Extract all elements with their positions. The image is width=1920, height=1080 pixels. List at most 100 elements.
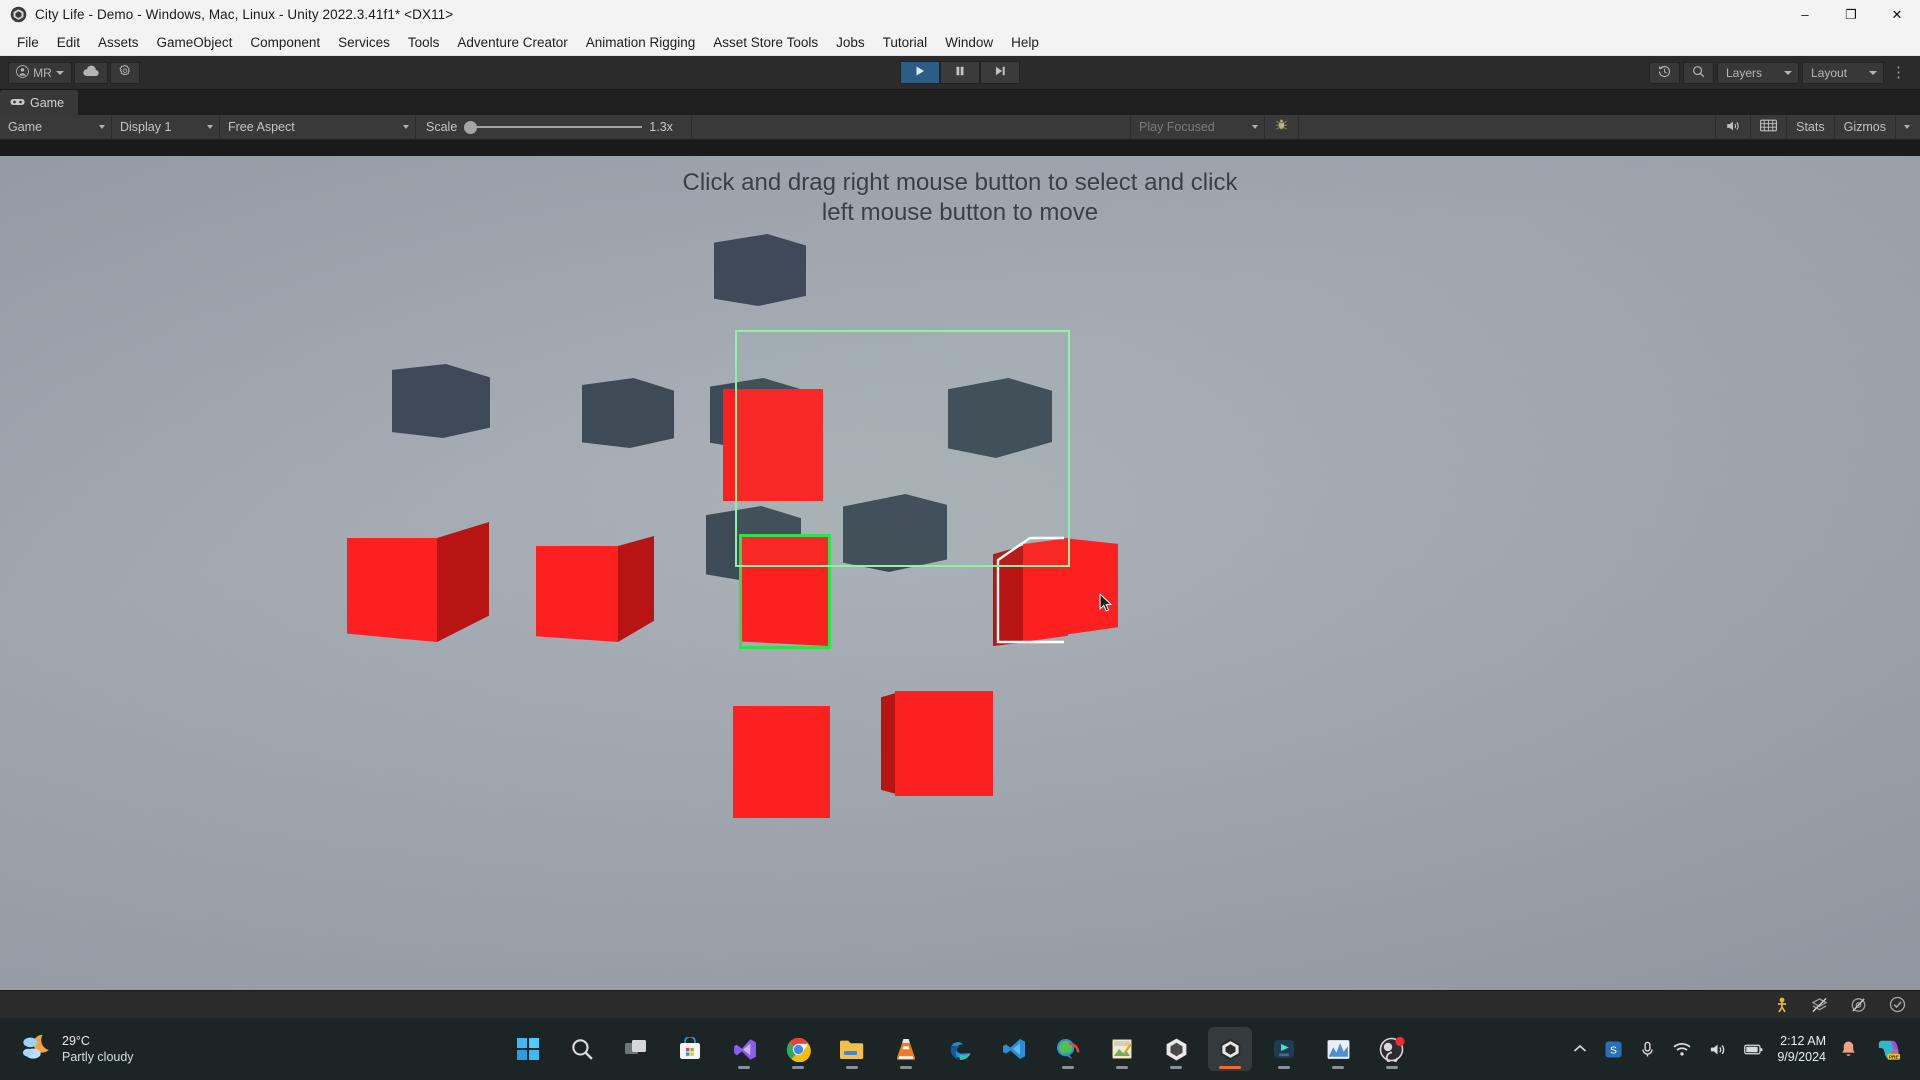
check-circle-icon[interactable] <box>1885 992 1910 1017</box>
step-button[interactable] <box>980 61 1020 84</box>
file-explorer[interactable] <box>830 1027 874 1071</box>
vs-code[interactable] <box>992 1027 1036 1071</box>
tab-game[interactable]: Game <box>0 90 79 115</box>
menu-item-edit[interactable]: Edit <box>48 32 89 53</box>
maximize-button[interactable]: ❐ <box>1828 0 1874 29</box>
microphone-icon[interactable] <box>1636 1037 1659 1062</box>
undo-history-button[interactable] <box>1649 61 1680 84</box>
title-bar: City Life - Demo - Windows, Mac, Linux -… <box>0 0 1920 29</box>
media-player[interactable] <box>1262 1027 1306 1071</box>
notification-bell-icon[interactable] <box>1836 1036 1861 1062</box>
menu-item-adventure-creator[interactable]: Adventure Creator <box>448 32 576 53</box>
display-dropdown[interactable]: Display 1 <box>112 114 220 140</box>
chevron-up-icon[interactable] <box>1569 1040 1591 1058</box>
layers-label: Layers <box>1726 65 1763 80</box>
taskbar-clock[interactable]: 2:12 AM 9/9/2024 <box>1777 1033 1826 1065</box>
search-button[interactable] <box>1683 61 1714 84</box>
debug-button[interactable] <box>1265 114 1299 140</box>
unity-hub[interactable] <box>1154 1027 1198 1071</box>
weather-widget[interactable]: 29°C Partly cloudy <box>0 1032 134 1067</box>
chevron-down-icon <box>207 125 213 129</box>
eye-off-icon[interactable] <box>1846 993 1871 1017</box>
play-mode-dropdown[interactable]: Play Focused <box>1130 114 1265 140</box>
menu-item-asset-store-tools[interactable]: Asset Store Tools <box>704 32 827 53</box>
unity-editor[interactable] <box>1208 1027 1252 1071</box>
visual-studio[interactable] <box>722 1027 766 1071</box>
menu-item-tools[interactable]: Tools <box>399 32 449 53</box>
toolbar-left-group: MR <box>0 61 140 84</box>
layers-dropdown[interactable]: Layers <box>1717 61 1799 84</box>
google-chrome[interactable] <box>776 1027 820 1071</box>
vlc-media-player[interactable] <box>884 1027 928 1071</box>
cube-bottom-left[interactable] <box>733 706 830 818</box>
view-mode-label: Game <box>8 120 43 134</box>
scale-slider-knob[interactable] <box>464 120 478 134</box>
menu-item-component[interactable]: Component <box>241 32 329 53</box>
chevron-down-icon <box>99 125 105 129</box>
menu-item-jobs[interactable]: Jobs <box>827 32 874 53</box>
game-viewport[interactable]: Click and drag right mouse button to sel… <box>0 156 1920 990</box>
microsoft-store[interactable] <box>668 1027 712 1071</box>
scale-label: Scale <box>426 120 458 134</box>
skype-icon[interactable]: S <box>1601 1037 1626 1062</box>
menu-item-file[interactable]: File <box>8 32 48 53</box>
volume-icon[interactable] <box>1705 1038 1730 1061</box>
search-button[interactable] <box>560 1027 604 1071</box>
gamepad-icon <box>10 96 25 110</box>
windows-taskbar: 29°C Partly cloudy S 2:12 AM 9/9/2024 PR… <box>0 1018 1920 1080</box>
unity-status-bar <box>0 990 1920 1018</box>
task-view-button[interactable] <box>614 1027 658 1071</box>
menu-item-animation-rigging[interactable]: Animation Rigging <box>577 32 705 53</box>
cube-left-2[interactable] <box>536 536 654 642</box>
user-avatar-icon <box>16 64 30 81</box>
scale-value: 1.3x <box>649 120 673 134</box>
cloud-services-button[interactable] <box>74 61 108 84</box>
chevron-down-icon <box>1252 125 1258 129</box>
minimize-button[interactable]: – <box>1782 0 1828 29</box>
stats-button[interactable]: Stats <box>1786 114 1834 140</box>
running-indicator <box>846 1066 858 1069</box>
active-indicator <box>1219 1066 1241 1069</box>
menu-item-assets[interactable]: Assets <box>89 32 148 53</box>
cloud-icon <box>82 65 100 81</box>
menu-item-tutorial[interactable]: Tutorial <box>874 32 937 53</box>
cube-bottom[interactable] <box>881 691 993 796</box>
character-icon[interactable] <box>1771 993 1793 1017</box>
copilot-icon[interactable]: PRE <box>1871 1033 1906 1065</box>
gizmos-button[interactable]: Gizmos <box>1833 114 1895 140</box>
menu-bar: File Edit Assets GameObject Component Se… <box>0 29 1920 56</box>
aspect-ratio-dropdown[interactable]: Free Aspect <box>220 114 416 140</box>
obs-studio[interactable] <box>1370 1027 1414 1071</box>
account-button[interactable]: MR <box>8 61 72 84</box>
charts-app[interactable] <box>1316 1027 1360 1071</box>
layout-label: Layout <box>1811 65 1848 80</box>
weather-description: Partly cloudy <box>62 1050 134 1064</box>
layout-dropdown[interactable]: Layout <box>1802 61 1884 84</box>
cube-left-1[interactable] <box>347 522 489 642</box>
running-indicator <box>1116 1066 1128 1069</box>
menu-item-window[interactable]: Window <box>936 32 1002 53</box>
download-manager[interactable] <box>1046 1027 1090 1071</box>
aspect-grid-button[interactable] <box>1750 114 1786 140</box>
scale-slider[interactable] <box>464 120 643 134</box>
layers-off-icon[interactable] <box>1807 993 1832 1017</box>
microsoft-edge[interactable] <box>938 1027 982 1071</box>
status-bar-icons <box>1771 992 1910 1017</box>
menu-item-help[interactable]: Help <box>1002 32 1048 53</box>
menu-item-services[interactable]: Services <box>329 32 399 53</box>
gizmos-dropdown[interactable] <box>1895 114 1918 140</box>
preferences-button[interactable] <box>110 61 140 84</box>
start-button[interactable] <box>506 1027 550 1071</box>
image-editor[interactable] <box>1100 1027 1144 1071</box>
speaker-mute-icon <box>1725 119 1741 136</box>
mute-audio-button[interactable] <box>1715 114 1750 140</box>
wifi-icon[interactable] <box>1669 1038 1695 1061</box>
play-button[interactable] <box>900 61 940 84</box>
menu-item-gameobject[interactable]: GameObject <box>148 32 242 53</box>
battery-icon[interactable] <box>1740 1039 1767 1060</box>
pause-button[interactable] <box>940 61 980 84</box>
kebab-menu-icon[interactable]: ⋮ <box>1887 65 1910 80</box>
close-button[interactable]: ✕ <box>1874 0 1920 29</box>
cube-face-front <box>895 691 993 796</box>
view-mode-dropdown[interactable]: Game <box>0 114 112 140</box>
